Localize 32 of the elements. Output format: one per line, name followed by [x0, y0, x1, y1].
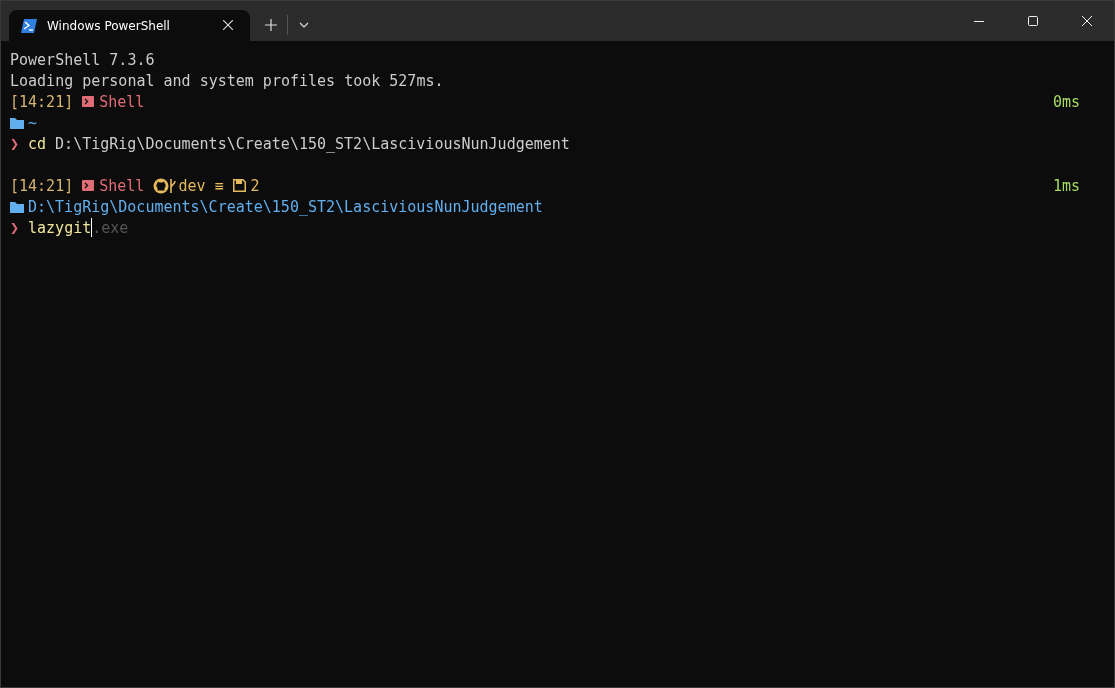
- current-path: ~: [28, 113, 38, 132]
- powershell-icon: [21, 18, 37, 33]
- git-branch-icon: [169, 177, 178, 194]
- command-name: lazygit: [28, 218, 92, 237]
- folder-icon: [10, 116, 24, 129]
- sync-status: ≡: [214, 176, 224, 195]
- close-icon: [1082, 16, 1092, 26]
- command-duration: 0ms: [1052, 92, 1080, 111]
- prompt-time: [14:21]: [10, 92, 74, 111]
- autocomplete-suggestion: .exe: [92, 218, 129, 237]
- prompt-chevron: ❯: [10, 134, 20, 153]
- git-branch: dev: [178, 176, 206, 195]
- current-path: D:\TigRig\Documents\Create\150_ST2\LasciviousNunJudgement: [28, 197, 543, 216]
- maximize-icon: [1028, 16, 1038, 26]
- command-duration: 1ms: [1052, 176, 1080, 195]
- command-name: cd: [28, 134, 47, 153]
- tab[interactable]: Windows PowerShell: [9, 10, 250, 41]
- shell-label: Shell: [99, 176, 145, 195]
- shell-label: Shell: [99, 92, 145, 111]
- folder-icon: [10, 200, 24, 213]
- changes-count: 2: [250, 176, 260, 195]
- output-text: PowerShell 7.3.6: [10, 50, 155, 69]
- close-icon: [223, 19, 233, 30]
- plus-icon: [265, 19, 277, 31]
- command-arguments: D:\TigRig\Documents\Create\150_ST2\LasciviousNunJudgement: [55, 134, 570, 153]
- chevron-down-icon: [299, 22, 309, 28]
- prompt-chevron: ❯: [10, 218, 20, 237]
- prompt-time: [14:21]: [10, 176, 74, 195]
- terminal-icon: [82, 180, 95, 191]
- tab-title: Windows PowerShell: [47, 18, 171, 33]
- output-text: Loading personal and system profiles took 527ms.: [10, 71, 444, 90]
- terminal-icon: [82, 96, 95, 107]
